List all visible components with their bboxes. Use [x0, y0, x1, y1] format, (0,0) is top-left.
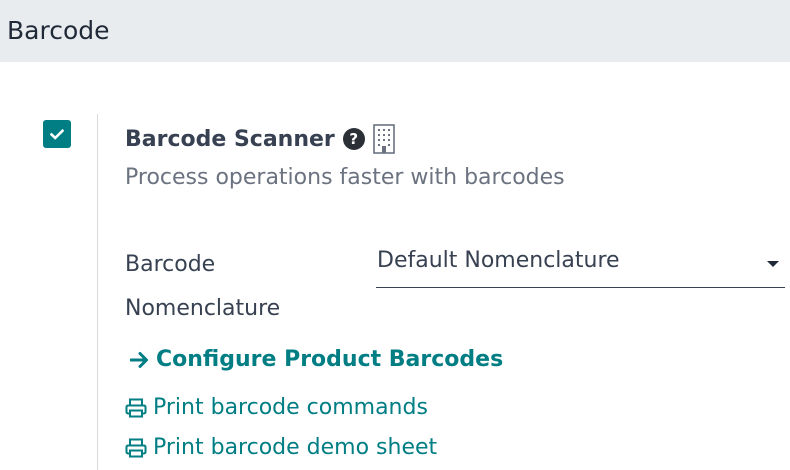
building-icon — [372, 124, 395, 154]
question-circle-icon[interactable]: ? — [342, 128, 365, 150]
print-barcode-demo-sheet-link[interactable]: Print barcode demo sheet — [125, 435, 437, 460]
setting-description: Process operations faster with barcodes — [125, 165, 565, 190]
setting-title-row: Barcode Scanner ? — [125, 121, 395, 157]
print-barcode-commands-label: Print barcode commands — [153, 395, 428, 420]
nomenclature-label: Barcode Nomenclature — [125, 252, 281, 321]
section-header: Barcode — [0, 0, 790, 62]
checkmark-icon — [50, 128, 64, 140]
printer-icon — [125, 398, 147, 418]
setting-title: Barcode Scanner — [125, 126, 335, 152]
nomenclature-select[interactable]: Default Nomenclature — [376, 244, 785, 288]
configure-product-barcodes-link[interactable]: Configure Product Barcodes — [129, 347, 504, 372]
print-barcode-demo-sheet-label: Print barcode demo sheet — [153, 435, 438, 460]
section-title: Barcode — [7, 16, 110, 45]
setting-divider — [97, 114, 98, 470]
printer-icon — [125, 438, 147, 458]
arrow-right-icon — [129, 351, 150, 369]
nomenclature-value: Default Nomenclature — [377, 248, 620, 273]
caret-down-icon — [767, 261, 779, 267]
print-barcode-commands-link[interactable]: Print barcode commands — [125, 395, 428, 420]
configure-product-barcodes-label: Configure Product Barcodes — [156, 347, 504, 372]
barcode-scanner-checkbox[interactable] — [43, 120, 71, 148]
